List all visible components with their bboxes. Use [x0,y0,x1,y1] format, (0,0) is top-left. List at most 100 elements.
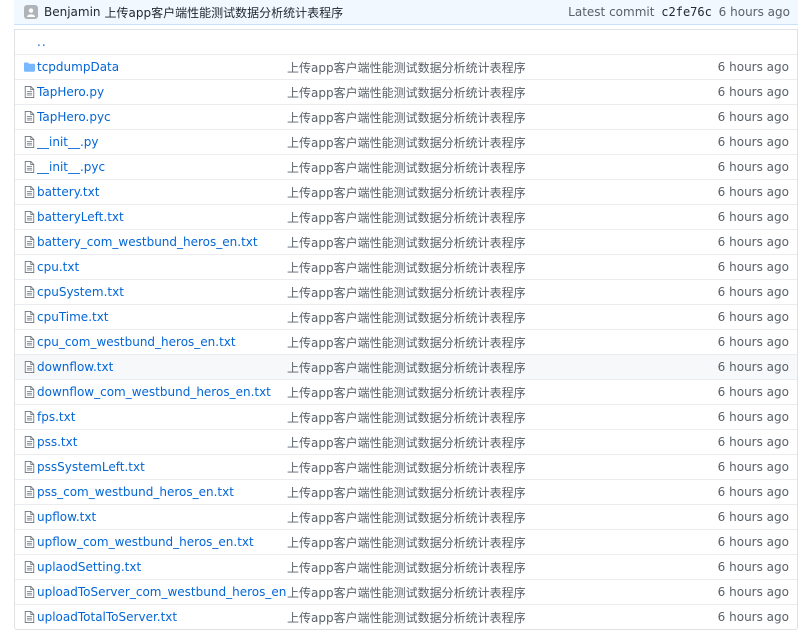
commit-message-link[interactable]: 上传app客户端性能测试数据分析统计表程序 [287,84,687,101]
file-icon [15,211,37,223]
file-row[interactable]: cpuSystem.txt 上传app客户端性能测试数据分析统计表程序 6 hour… [15,279,797,304]
file-row[interactable]: battery_com_westbund_heros_en.txt 上传app客户… [15,229,797,254]
file-row[interactable]: pss.txt 上传app客户端性能测试数据分析统计表程序 6 hours ago [15,429,797,454]
file-row[interactable]: cpu_com_westbund_heros_en.txt 上传app客户端性能测… [15,329,797,354]
commit-message-link[interactable]: 上传app客户端性能测试数据分析统计表程序 [287,159,687,176]
file-link[interactable]: pssSystemLeft.txt [37,460,287,474]
file-row[interactable]: pss_com_westbund_heros_en.txt 上传app客户端性能测… [15,479,797,504]
file-icon [15,236,37,248]
commit-age: 6 hours ago [717,360,789,374]
file-link[interactable]: cpuSystem.txt [37,285,287,299]
file-link[interactable]: upflow.txt [37,510,287,524]
file-link[interactable]: downflow.txt [37,360,287,374]
file-row[interactable]: pssSystemLeft.txt 上传app客户端性能测试数据分析统计表程序 6 … [15,454,797,479]
file-row[interactable]: batteryLeft.txt 上传app客户端性能测试数据分析统计表程序 6 ho… [15,204,797,229]
commit-message-link[interactable]: 上传app客户端性能测试数据分析统计表程序 [287,209,687,226]
file-row[interactable]: upflow_com_westbund_heros_en.txt 上传app客户端… [15,529,797,554]
file-link[interactable]: upflow_com_westbund_heros_en.txt [37,535,287,549]
commit-sha[interactable]: c2fe76c [661,5,712,19]
commit-message-link[interactable]: 上传app客户端性能测试数据分析统计表程序 [287,359,687,376]
commit-age: 6 hours ago [717,485,789,499]
commit-age: 6 hours ago [717,135,789,149]
commit-message-link[interactable]: 上传app客户端性能测试数据分析统计表程序 [287,459,687,476]
file-link[interactable]: uplaodSetting.txt [37,560,287,574]
file-link[interactable]: cpu.txt [37,260,287,274]
commit-age: 6 hours ago [717,60,789,74]
folder-icon [15,61,37,73]
file-icon [15,586,37,598]
file-icon [15,511,37,523]
file-link[interactable]: pss_com_westbund_heros_en.txt [37,485,287,499]
file-link[interactable]: cpu_com_westbund_heros_en.txt [37,335,287,349]
latest-commit-label: Latest commit [568,5,655,19]
file-link[interactable]: batteryLeft.txt [37,210,287,224]
commit-message-link[interactable]: 上传app客户端性能测试数据分析统计表程序 [287,559,687,576]
commit-message-link[interactable]: 上传app客户端性能测试数据分析统计表程序 [287,309,687,326]
file-row[interactable]: uploadTotalToServer.txt 上传app客户端性能测试数据分析统… [15,604,797,629]
file-row[interactable]: cpu.txt 上传app客户端性能测试数据分析统计表程序 6 hours ago [15,254,797,279]
file-link[interactable]: battery.txt [37,185,287,199]
file-row[interactable]: TapHero.pyc 上传app客户端性能测试数据分析统计表程序 6 hours … [15,104,797,129]
file-row[interactable]: cpuTime.txt 上传app客户端性能测试数据分析统计表程序 6 hours … [15,304,797,329]
commit-age: 6 hours ago [717,510,789,524]
file-link[interactable]: cpuTime.txt [37,310,287,324]
file-icon [15,111,37,123]
file-link[interactable]: uploadTotalToServer.txt [37,610,287,624]
commit-message-link[interactable]: 上传app客户端性能测试数据分析统计表程序 [287,259,687,276]
commit-message-link[interactable]: 上传app客户端性能测试数据分析统计表程序 [287,609,687,626]
commit-age: 6 hours ago [717,610,789,624]
commit-message-link[interactable]: 上传app客户端性能测试数据分析统计表程序 [287,584,687,601]
latest-commit-bar: Benjamin 上传app客户端性能测试数据分析统计表程序 Latest co… [14,0,798,25]
file-row[interactable]: TapHero.py 上传app客户端性能测试数据分析统计表程序 6 hours a… [15,79,797,104]
commit-message-link[interactable]: 上传app客户端性能测试数据分析统计表程序 [287,59,687,76]
file-row[interactable]: downflow.txt 上传app客户端性能测试数据分析统计表程序 6 hours… [15,354,797,379]
file-icon [15,436,37,448]
file-row[interactable]: battery.txt 上传app客户端性能测试数据分析统计表程序 6 hours … [15,179,797,204]
parent-directory-link[interactable]: .. [15,35,47,49]
file-link[interactable]: battery_com_westbund_heros_en.txt [37,235,287,249]
commit-message-link[interactable]: 上传app客户端性能测试数据分析统计表程序 [287,534,687,551]
folder-link[interactable]: tcpdumpData [37,60,287,74]
commit-message[interactable]: 上传app客户端性能测试数据分析统计表程序 [105,4,344,21]
file-row[interactable]: fps.txt 上传app客户端性能测试数据分析统计表程序 6 hours ago [15,404,797,429]
commit-message-link[interactable]: 上传app客户端性能测试数据分析统计表程序 [287,134,687,151]
commit-age: 6 hours ago [717,110,789,124]
file-row[interactable]: tcpdumpData 上传app客户端性能测试数据分析统计表程序 6 hours … [15,54,797,79]
file-link[interactable]: downflow_com_westbund_heros_en.txt [37,385,287,399]
parent-directory-row[interactable]: .. [15,29,797,54]
file-icon [15,461,37,473]
file-link[interactable]: TapHero.pyc [37,110,287,124]
file-icon [15,486,37,498]
file-row[interactable]: upflow.txt 上传app客户端性能测试数据分析统计表程序 6 hours a… [15,504,797,529]
commit-message-link[interactable]: 上传app客户端性能测试数据分析统计表程序 [287,384,687,401]
commit-age: 6 hours ago [718,5,790,19]
avatar[interactable] [24,5,38,19]
file-link[interactable]: __init__.pyc [37,160,287,174]
file-row[interactable]: uploadToServer_com_westbund_heros_en.txt… [15,579,797,604]
file-link[interactable]: TapHero.py [37,85,287,99]
file-link[interactable]: __init__.py [37,135,287,149]
file-icon [15,336,37,348]
file-row[interactable]: __init__.py 上传app客户端性能测试数据分析统计表程序 6 hours … [15,129,797,154]
file-icon [15,411,37,423]
user-icon [27,8,35,17]
commit-message-link[interactable]: 上传app客户端性能测试数据分析统计表程序 [287,409,687,426]
commit-message-link[interactable]: 上传app客户端性能测试数据分析统计表程序 [287,109,687,126]
commit-message-link[interactable]: 上传app客户端性能测试数据分析统计表程序 [287,484,687,501]
file-row[interactable]: uplaodSetting.txt 上传app客户端性能测试数据分析统计表程序 6 … [15,554,797,579]
commit-message-link[interactable]: 上传app客户端性能测试数据分析统计表程序 [287,234,687,251]
commit-message-link[interactable]: 上传app客户端性能测试数据分析统计表程序 [287,284,687,301]
commit-message-link[interactable]: 上传app客户端性能测试数据分析统计表程序 [287,184,687,201]
file-link[interactable]: uploadToServer_com_westbund_heros_en.txt [37,585,287,599]
file-icon [15,386,37,398]
file-link[interactable]: fps.txt [37,410,287,424]
file-link[interactable]: pss.txt [37,435,287,449]
commit-message-link[interactable]: 上传app客户端性能测试数据分析统计表程序 [287,509,687,526]
file-row[interactable]: __init__.pyc 上传app客户端性能测试数据分析统计表程序 6 hours… [15,154,797,179]
commit-age: 6 hours ago [717,210,789,224]
commit-message-link[interactable]: 上传app客户端性能测试数据分析统计表程序 [287,334,687,351]
commit-author[interactable]: Benjamin [44,5,101,19]
file-list: .. tcpdumpData 上传app客户端性能测试数据分析统计表程序 6 hou… [14,29,798,630]
file-row[interactable]: downflow_com_westbund_heros_en.txt 上传app客… [15,379,797,404]
commit-message-link[interactable]: 上传app客户端性能测试数据分析统计表程序 [287,434,687,451]
